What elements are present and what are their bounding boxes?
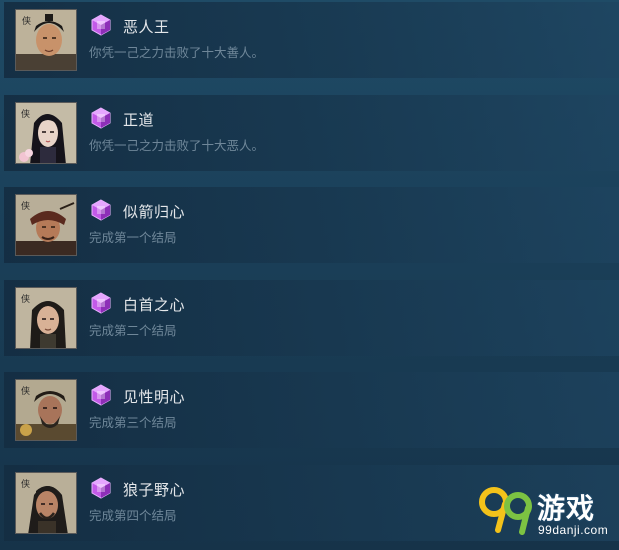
achievement-description: 你凭一己之力击败了十大善人。: [89, 46, 265, 60]
svg-text:侠: 侠: [21, 478, 30, 490]
achievement-row[interactable]: 侠 白首之心 完成第二个结局: [4, 280, 619, 356]
svg-text:侠: 侠: [21, 293, 30, 305]
hat-warrior-portrait: 侠: [15, 194, 77, 256]
svg-text:侠: 侠: [21, 108, 30, 120]
achievement-description: 完成第三个结局: [89, 416, 177, 430]
gem-icon: [91, 477, 111, 499]
gem-icon: [91, 384, 111, 406]
longhair-warrior-portrait: 侠: [15, 287, 77, 349]
achievement-title: 似箭归心: [123, 204, 186, 221]
achievement-title: 见性明心: [123, 389, 186, 406]
achievement-row[interactable]: 侠 正道 你凭一己之力击败了十大恶人。: [4, 95, 619, 171]
achievement-row[interactable]: 侠 见性明心 完成第三个结局: [4, 372, 619, 448]
achievement-description: 你凭一己之力击败了十大恶人。: [89, 139, 265, 153]
achievement-title: 恶人王: [123, 19, 170, 36]
bearded-warrior-portrait: 侠: [15, 379, 77, 441]
achievement-title: 正道: [123, 112, 155, 129]
achievement-description: 完成第二个结局: [89, 324, 177, 338]
achievement-list: 侠 恶人王 你凭一己之力击败了十大善人。 侠 正道 你凭一己之力击败了十大恶人。…: [0, 0, 619, 550]
gem-icon: [91, 292, 111, 314]
svg-text:侠: 侠: [21, 200, 30, 212]
scarred-warrior-portrait: 侠: [15, 472, 77, 534]
achievement-row[interactable]: 侠 似箭归心 完成第一个结局: [4, 187, 619, 263]
gem-icon: [91, 199, 111, 221]
gem-icon: [91, 107, 111, 129]
achievement-row[interactable]: 侠 恶人王 你凭一己之力击败了十大善人。: [4, 2, 619, 78]
gem-icon: [91, 14, 111, 36]
svg-text:侠: 侠: [22, 15, 31, 27]
achievement-description: 完成第一个结局: [89, 231, 177, 245]
warrior-portrait-1: 侠: [15, 9, 77, 71]
achievement-title: 白首之心: [123, 297, 186, 314]
watermark-brand: 游戏: [537, 493, 596, 524]
svg-text:侠: 侠: [21, 385, 30, 397]
watermark-url: 99danji.com: [538, 523, 609, 537]
achievement-description: 完成第四个结局: [89, 509, 177, 523]
maiden-portrait: 侠: [15, 102, 77, 164]
achievement-title: 狼子野心: [123, 482, 186, 499]
